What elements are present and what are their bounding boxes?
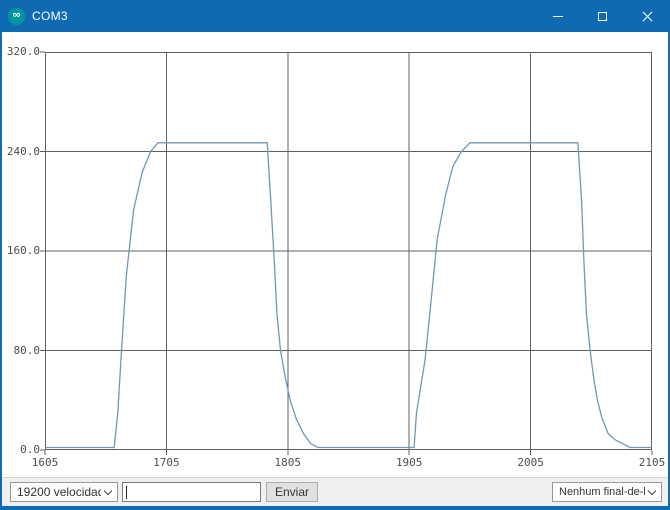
titlebar[interactable]: ∞ COM3 [2, 0, 668, 32]
message-input-box[interactable] [122, 482, 261, 502]
chevron-down-icon [647, 486, 657, 495]
close-icon [642, 11, 653, 22]
close-button[interactable] [625, 0, 668, 32]
chevron-down-icon [103, 486, 113, 495]
y-axis-tick-label: 0.0 [20, 443, 40, 456]
maximize-button[interactable] [580, 0, 625, 32]
send-button[interactable]: Enviar [266, 482, 318, 502]
x-axis-tick-label: 2005 [517, 456, 544, 469]
bottom-toolbar: 19200 velocidade Enviar Nenhum final-de-… [2, 477, 668, 506]
y-axis-tick-label: 320.0 [6, 45, 40, 58]
minimize-button[interactable] [535, 0, 580, 32]
signal-trace [45, 142, 652, 449]
infinity-glyph: ∞ [12, 9, 21, 21]
x-axis-tick-label: 1805 [274, 456, 302, 469]
maximize-icon [598, 11, 607, 21]
window-title: COM3 [32, 9, 68, 23]
window-controls [535, 0, 668, 32]
y-axis-tick-label: 240.0 [6, 144, 40, 158]
x-axis-tick-label: 1905 [395, 456, 423, 469]
baud-rate-value: 19200 velocidade [17, 485, 101, 499]
baud-rate-select[interactable]: 19200 velocidade [10, 482, 118, 502]
message-input[interactable] [127, 484, 260, 500]
arduino-app-icon: ∞ [8, 7, 25, 25]
x-axis-tick-label: 1605 [31, 456, 59, 469]
serial-plotter-window: ∞ COM3 1605 1705 1805 1905 2005 2105 0.0 80.0 16… [0, 0, 670, 510]
plot-canvas [40, 51, 653, 455]
x-axis-tick-label: 1705 [153, 456, 180, 469]
line-ending-select[interactable]: Nenhum final-de-linha [552, 482, 662, 502]
x-axis-tick-label: 2105 [638, 456, 666, 469]
minimize-icon [552, 15, 563, 17]
line-ending-value: Nenhum final-de-linha [559, 486, 645, 498]
y-axis-tick-label: 80.0 [13, 343, 41, 357]
plot-area: 1605 1705 1805 1905 2005 2105 0.0 80.0 160.0 240.… [2, 32, 668, 477]
y-axis-tick-label: 160.0 [6, 244, 40, 257]
